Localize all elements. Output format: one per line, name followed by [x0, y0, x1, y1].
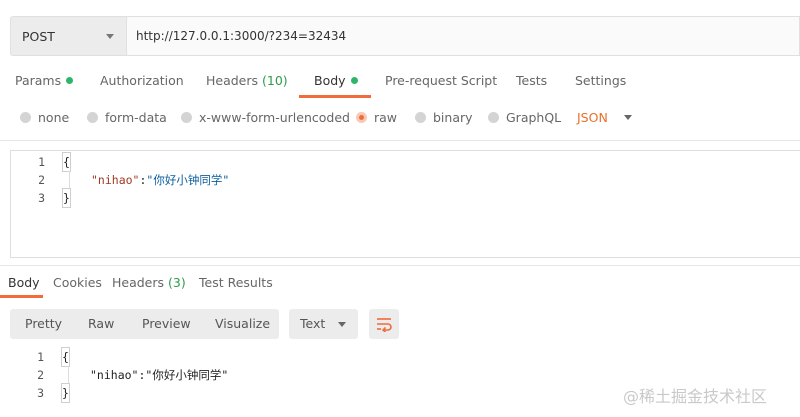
radio-binary-label: binary	[433, 110, 473, 125]
chevron-down-icon	[338, 322, 346, 327]
wrap-lines-button[interactable]	[369, 309, 399, 339]
code-line: 3 }	[11, 188, 800, 208]
view-preview-button[interactable]: Preview	[142, 309, 191, 339]
radio-graphql-label: GraphQL	[506, 110, 562, 125]
tab-params[interactable]: Params	[15, 73, 74, 99]
radio-raw[interactable]: raw	[356, 110, 397, 125]
response-format-select[interactable]: Text	[289, 309, 358, 339]
view-raw-button[interactable]: Raw	[88, 309, 114, 339]
line-number: 1	[38, 155, 45, 169]
open-brace: {	[61, 347, 70, 367]
line-number: 3	[38, 191, 45, 205]
radio-graphql[interactable]: GraphQL	[488, 110, 561, 125]
view-mode-group: Pretty Raw Preview Visualize	[10, 309, 279, 339]
body-type-radios: none form-data x-www-form-urlencoded raw…	[0, 110, 800, 130]
radio-circle	[20, 112, 31, 123]
divider	[0, 140, 800, 141]
response-tab-test-results-label: Test Results	[199, 275, 273, 290]
json-value: "你好小钟同学"	[145, 368, 229, 382]
active-response-tab-indicator	[0, 295, 43, 298]
divider	[0, 265, 800, 266]
response-tab-body[interactable]: Body	[8, 275, 40, 290]
watermark: @稀土掘金技术社区	[623, 383, 767, 407]
chevron-down-icon	[106, 34, 114, 39]
tab-pre-request-label: Pre-request Script	[385, 73, 498, 88]
line-number: 3	[37, 386, 44, 400]
tab-tests-label: Tests	[516, 73, 548, 88]
json-value: "你好小钟同学"	[146, 173, 230, 187]
radio-circle	[181, 112, 192, 123]
radio-urlencoded[interactable]: x-www-form-urlencoded	[181, 110, 350, 125]
line-number: 2	[38, 173, 45, 187]
code-line: 1 {	[10, 347, 800, 367]
view-pretty-button[interactable]: Pretty	[25, 309, 62, 339]
radio-form-data-label: form-data	[105, 110, 167, 125]
tab-settings[interactable]: Settings	[575, 73, 626, 99]
raw-format-label: JSON	[577, 110, 608, 125]
tab-tests[interactable]: Tests	[516, 73, 547, 99]
headers-count: (10)	[262, 73, 288, 88]
response-tab-body-label: Body	[8, 275, 40, 290]
response-tab-cookies[interactable]: Cookies	[53, 275, 102, 290]
radio-circle	[415, 112, 426, 123]
response-tabs: Body Cookies Headers (3) Test Results	[0, 275, 800, 299]
method-label: POST	[22, 28, 55, 44]
tab-headers-label: Headers	[206, 73, 259, 88]
request-bar: POST http://127.0.0.1:3000/?234=32434	[10, 16, 800, 56]
radio-binary[interactable]: binary	[415, 110, 473, 125]
code-line: 2 "nihao":"你好小钟同学"	[11, 171, 800, 189]
request-body-editor[interactable]: 1 { 2 "nihao":"你好小钟同学" 3 }	[10, 150, 800, 258]
radio-urlencoded-label: x-www-form-urlencoded	[199, 110, 350, 125]
response-tab-test-results[interactable]: Test Results	[199, 275, 273, 290]
response-tab-headers-label: Headers	[112, 275, 165, 290]
tab-pre-request-script[interactable]: Pre-request Script	[385, 73, 497, 99]
radio-circle-selected	[356, 112, 367, 123]
params-status-dot	[66, 77, 74, 84]
code-line: 1 {	[11, 152, 800, 172]
line-number: 2	[37, 368, 44, 382]
tab-body-label: Body	[314, 73, 346, 88]
tab-headers[interactable]: Headers (10)	[206, 73, 288, 99]
request-tabs: Params Authorization Headers (10) Body P…	[0, 73, 800, 99]
chevron-down-icon	[623, 115, 632, 120]
radio-form-data[interactable]: form-data	[87, 110, 167, 125]
tab-params-label: Params	[15, 73, 62, 88]
response-format-label: Text	[300, 316, 326, 331]
code-text: "nihao":"你好小钟同学"	[91, 171, 229, 189]
wrap-lines-icon	[377, 318, 392, 332]
url-input[interactable]: http://127.0.0.1:3000/?234=32434	[126, 16, 800, 56]
code-text: "nihao":"你好小钟同学"	[90, 366, 228, 384]
url-text: http://127.0.0.1:3000/?234=32434	[136, 29, 347, 43]
tab-settings-label: Settings	[575, 73, 627, 88]
response-headers-count: (3)	[168, 275, 186, 290]
method-select[interactable]: POST	[10, 16, 126, 56]
radio-none[interactable]: none	[20, 110, 69, 125]
json-key: "nihao"	[90, 368, 139, 382]
radio-none-label: none	[38, 110, 70, 125]
close-brace: }	[61, 383, 70, 403]
raw-format-select[interactable]: JSON	[577, 110, 632, 125]
json-key: "nihao"	[91, 173, 140, 187]
body-status-dot	[350, 77, 358, 84]
active-tab-indicator	[299, 95, 371, 98]
view-visualize-button[interactable]: Visualize	[215, 309, 270, 339]
response-tab-headers[interactable]: Headers (3)	[112, 275, 186, 290]
code-line: 2 "nihao":"你好小钟同学"	[10, 366, 800, 384]
response-tab-cookies-label: Cookies	[53, 275, 102, 290]
tab-authorization[interactable]: Authorization	[100, 73, 184, 99]
radio-raw-label: raw	[374, 110, 398, 125]
open-brace: {	[62, 152, 71, 172]
radio-circle	[87, 112, 98, 123]
tab-authorization-label: Authorization	[100, 73, 184, 88]
close-brace: }	[62, 188, 71, 208]
line-number: 1	[37, 350, 44, 364]
watermark-text: @稀土掘金技术社区	[623, 387, 768, 406]
radio-circle	[488, 112, 499, 123]
